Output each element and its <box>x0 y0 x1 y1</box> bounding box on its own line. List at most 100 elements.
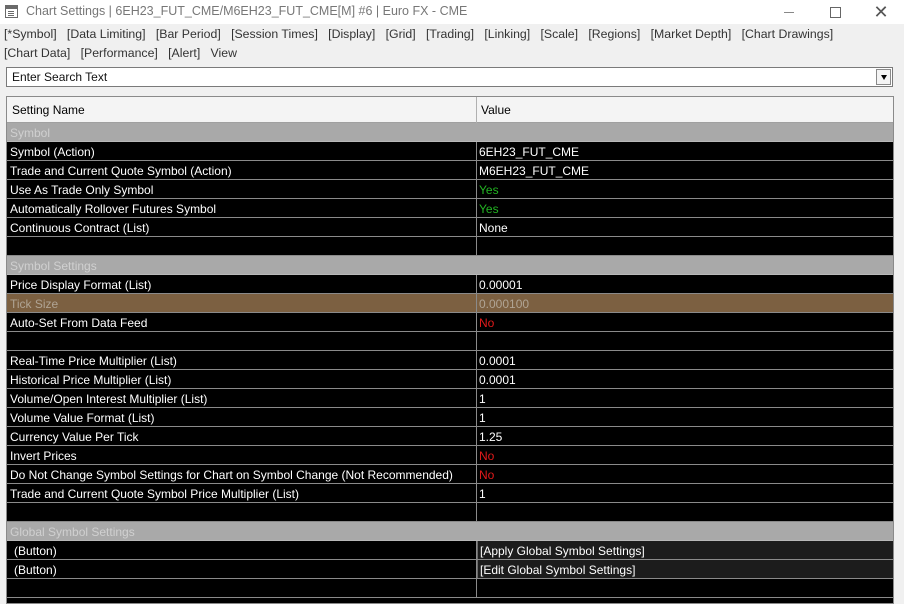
tab-linking[interactable]: [Linking] <box>484 27 530 41</box>
setting-value[interactable]: No <box>479 468 494 482</box>
setting-name: Currency Value Per Tick <box>10 430 139 444</box>
search-placeholder: Enter Search Text <box>12 70 108 84</box>
setting-name: Auto-Set From Data Feed <box>10 316 148 330</box>
action-button[interactable]: [Edit Global Symbol Settings] <box>477 560 893 578</box>
tab-market-depth[interactable]: [Market Depth] <box>651 27 732 41</box>
setting-name: Continuous Contract (List) <box>10 221 150 235</box>
tab-trading[interactable]: [Trading] <box>426 27 474 41</box>
settings-row[interactable]: Real-Time Price Multiplier (List) 0.0001 <box>7 351 893 370</box>
column-header-value[interactable]: Value <box>481 103 511 117</box>
setting-name: Automatically Rollover Futures Symbol <box>10 202 217 216</box>
setting-value[interactable]: M6EH23_FUT_CME <box>479 164 589 178</box>
setting-name: Use As Trade Only Symbol <box>10 183 154 197</box>
settings-row[interactable]: Volume Value Format (List) 1 <box>7 408 893 427</box>
close-button[interactable]: ✕ <box>858 0 904 24</box>
setting-value[interactable]: 6EH23_FUT_CME <box>479 145 579 159</box>
column-divider <box>476 275 477 294</box>
tab-symbol[interactable]: [*Symbol] <box>4 27 57 41</box>
group-title: Symbol <box>10 126 51 140</box>
tab-regions[interactable]: [Regions] <box>588 27 640 41</box>
tab-row-1: [*Symbol] [Data Limiting] [Bar Period] [Ses… <box>4 27 843 41</box>
settings-row[interactable]: Historical Price Multiplier (List) 0.0001 <box>7 370 893 389</box>
column-divider <box>476 218 477 237</box>
tab-chart-drawings[interactable]: [Chart Drawings] <box>742 27 834 41</box>
column-divider <box>476 503 477 522</box>
setting-name: Price Display Format (List) <box>10 278 152 292</box>
tab-chart-data[interactable]: [Chart Data] <box>4 46 70 60</box>
settings-row[interactable]: Do Not Change Symbol Settings for Chart … <box>7 465 893 484</box>
action-button[interactable]: [Apply Global Symbol Settings] <box>477 541 893 559</box>
setting-value[interactable]: Yes <box>479 183 499 197</box>
settings-row[interactable]: Currency Value Per Tick 1.25 <box>7 427 893 446</box>
setting-value[interactable]: No <box>479 449 494 463</box>
setting-value[interactable]: 0.00001 <box>479 278 522 292</box>
column-divider <box>476 332 477 351</box>
tab-session-times[interactable]: [Session Times] <box>231 27 318 41</box>
setting-name: Do Not Change Symbol Settings for Chart … <box>10 468 453 482</box>
setting-value[interactable]: 1.25 <box>479 430 502 444</box>
search-input[interactable]: Enter Search Text <box>6 67 893 87</box>
settings-row[interactable]: Invert Prices No <box>7 446 893 465</box>
setting-name: (Button) <box>14 544 57 558</box>
chevron-down-icon[interactable] <box>876 69 891 85</box>
setting-name: (Button) <box>14 563 57 577</box>
minimize-icon <box>784 11 794 13</box>
column-divider <box>476 484 477 503</box>
setting-value[interactable]: 0.0001 <box>479 373 516 387</box>
setting-value[interactable]: 0.000100 <box>479 297 529 311</box>
column-divider[interactable] <box>476 97 477 123</box>
group-header-row[interactable]: Global Symbol Settings <box>7 522 893 541</box>
settings-row[interactable]: Continuous Contract (List) None <box>7 218 893 237</box>
setting-name: Volume Value Format (List) <box>10 411 155 425</box>
settings-row[interactable]: Trade and Current Quote Symbol (Action) M… <box>7 161 893 180</box>
settings-row-selected[interactable]: Tick Size 0.000100 <box>7 294 893 313</box>
setting-value[interactable]: 0.0001 <box>479 354 516 368</box>
minimize-button[interactable] <box>766 0 812 24</box>
setting-value[interactable]: 1 <box>479 392 486 406</box>
title-bar: Chart Settings | 6EH23_FUT_CME/M6EH23_FU… <box>0 0 904 24</box>
settings-row[interactable]: Volume/Open Interest Multiplier (List) 1 <box>7 389 893 408</box>
group-title: Symbol Settings <box>10 259 97 273</box>
button-row[interactable]: (Button) [Apply Global Symbol Settings] <box>7 541 893 560</box>
settings-row[interactable]: Use As Trade Only Symbol Yes <box>7 180 893 199</box>
tab-alert[interactable]: [Alert] <box>168 46 200 60</box>
blank-row <box>7 237 893 256</box>
group-header-row[interactable]: Symbol <box>7 123 893 142</box>
setting-name: Real-Time Price Multiplier (List) <box>10 354 177 368</box>
settings-row[interactable]: Trade and Current Quote Symbol Price Mul… <box>7 484 893 503</box>
setting-value[interactable]: Yes <box>479 202 499 216</box>
blank-row <box>7 332 893 351</box>
tab-scale[interactable]: [Scale] <box>540 27 578 41</box>
column-divider <box>476 427 477 446</box>
maximize-button[interactable] <box>812 0 858 24</box>
column-divider <box>476 351 477 370</box>
setting-name: Volume/Open Interest Multiplier (List) <box>10 392 208 406</box>
column-divider <box>476 237 477 256</box>
group-header-row[interactable]: Symbol Settings <box>7 256 893 275</box>
column-divider <box>476 313 477 332</box>
settings-grid: Setting Name Value Symbol Symbol (Action)… <box>6 96 894 604</box>
button-row[interactable]: (Button) [Edit Global Symbol Settings] <box>7 560 893 579</box>
column-divider <box>476 579 477 598</box>
setting-name: Symbol (Action) <box>10 145 95 159</box>
grid-header: Setting Name Value <box>7 97 893 123</box>
tab-grid[interactable]: [Grid] <box>386 27 416 41</box>
tab-view[interactable]: View <box>211 46 237 60</box>
column-divider <box>476 389 477 408</box>
settings-row[interactable]: Auto-Set From Data Feed No <box>7 313 893 332</box>
tab-display[interactable]: [Display] <box>328 27 375 41</box>
tab-bar-period[interactable]: [Bar Period] <box>156 27 221 41</box>
tab-performance[interactable]: [Performance] <box>81 46 158 60</box>
column-divider <box>476 370 477 389</box>
settings-row[interactable]: Symbol (Action) 6EH23_FUT_CME <box>7 142 893 161</box>
setting-value[interactable]: 1 <box>479 487 486 501</box>
settings-row[interactable]: Price Display Format (List) 0.00001 <box>7 275 893 294</box>
app-window-icon <box>5 5 18 18</box>
tab-data-limiting[interactable]: [Data Limiting] <box>67 27 146 41</box>
setting-value[interactable]: None <box>479 221 508 235</box>
settings-row[interactable]: Automatically Rollover Futures Symbol Yes <box>7 199 893 218</box>
setting-value[interactable]: 1 <box>479 411 486 425</box>
column-divider <box>476 180 477 199</box>
setting-value[interactable]: No <box>479 316 494 330</box>
column-header-setting-name[interactable]: Setting Name <box>12 103 85 117</box>
